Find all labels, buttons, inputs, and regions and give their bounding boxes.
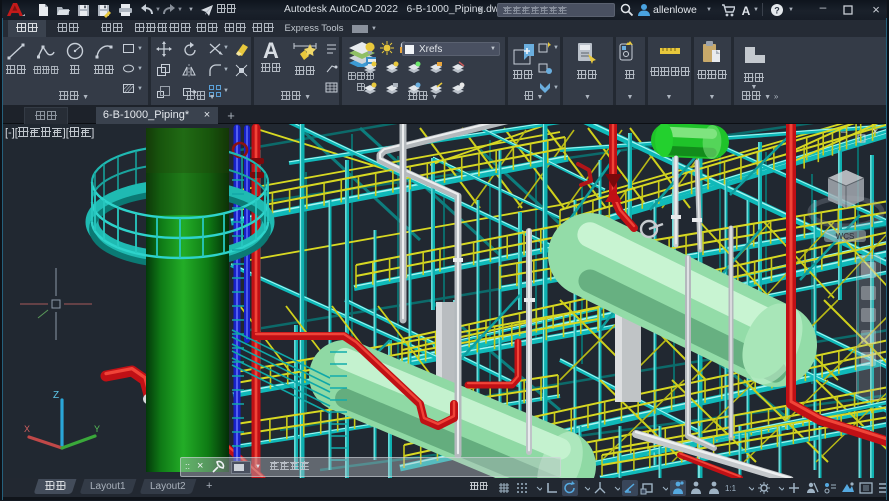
- svg-text:A: A: [742, 4, 751, 18]
- svg-text:?: ?: [774, 6, 780, 16]
- svg-text:Y: Y: [94, 424, 100, 434]
- svg-text:WCS: WCS: [836, 232, 855, 241]
- svg-text:1:1: 1:1: [725, 484, 737, 493]
- svg-text:Z: Z: [53, 390, 59, 401]
- svg-text:X: X: [24, 424, 30, 434]
